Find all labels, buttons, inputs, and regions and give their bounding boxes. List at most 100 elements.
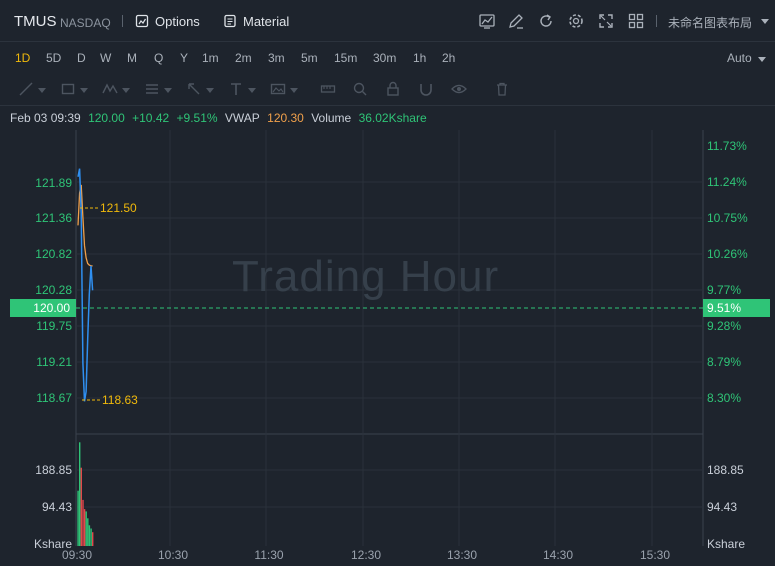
volume-unit: Kshare [707, 537, 746, 551]
low-label: 118.63 [102, 393, 138, 407]
interval-2m[interactable]: 2m [235, 51, 252, 65]
drawing-toolbar [0, 74, 775, 106]
options-button[interactable]: Options [135, 12, 200, 30]
price-tick: 120.28 [35, 283, 72, 297]
interval-15m[interactable]: 15m [334, 51, 357, 65]
interval-1h[interactable]: 1h [413, 51, 426, 65]
arrow-tool-icon[interactable] [186, 81, 202, 97]
price-tick: 118.67 [36, 391, 72, 405]
price-line [77, 168, 94, 402]
interval-2h[interactable]: 2h [442, 51, 455, 65]
pct-tick: 11.24% [707, 175, 747, 189]
current-pct-tag: 9.51% [703, 299, 770, 317]
fullscreen-icon[interactable] [597, 12, 615, 30]
pattern-tool-icon[interactable] [102, 81, 118, 97]
interval-30m[interactable]: 30m [373, 51, 396, 65]
vwap-label: VWAP [224, 111, 260, 125]
volume-bar [90, 528, 92, 546]
rectangle-tool-icon[interactable] [60, 81, 76, 97]
volume-bar [77, 490, 79, 546]
trash-icon[interactable] [494, 81, 510, 97]
image-tool-icon[interactable] [270, 81, 286, 97]
fib-tool-icon[interactable] [144, 81, 160, 97]
quote-change-pct: +9.51% [176, 111, 218, 125]
volume-bar [88, 525, 91, 546]
pct-tick: 9.77% [707, 283, 742, 297]
interval-m[interactable]: M [127, 51, 137, 65]
quote-price: 120.00 [88, 111, 125, 125]
lock-icon[interactable] [385, 81, 401, 97]
price-tick: 119.75 [36, 319, 72, 333]
interval-5m[interactable]: 5m [301, 51, 318, 65]
volume-tick: 188.85 [35, 463, 72, 477]
ruler-icon[interactable] [320, 81, 336, 97]
layout-name-dropdown[interactable]: 未命名图表布局 [668, 14, 752, 31]
trendline-tool-icon[interactable] [18, 81, 34, 97]
symbol-label[interactable]: TMUS [14, 13, 57, 30]
line-chart-icon[interactable] [478, 12, 496, 30]
time-tick: 12:30 [350, 548, 382, 562]
edit-icon[interactable] [507, 12, 525, 30]
chevron-down-icon[interactable] [761, 19, 769, 24]
material-button[interactable]: Material [223, 12, 289, 30]
settings-icon[interactable] [567, 12, 585, 30]
volume-bar [87, 518, 89, 546]
pct-tick: 8.30% [707, 391, 742, 405]
zoom-icon[interactable] [352, 81, 368, 97]
pct-tick: 9.28% [707, 319, 742, 333]
scale-mode-dropdown[interactable]: Auto [727, 51, 752, 65]
volume-bar [80, 467, 82, 546]
chevron-down-icon[interactable] [80, 88, 88, 93]
exchange-label: NASDAQ [60, 16, 111, 30]
interval-w[interactable]: W [100, 51, 111, 65]
volume-bar [92, 532, 94, 546]
chevron-down-icon[interactable] [248, 88, 256, 93]
volume-tick: 188.85 [707, 463, 744, 477]
interval-q[interactable]: Q [154, 51, 163, 65]
magnet-icon[interactable] [418, 81, 434, 97]
volume-value: 36.02Kshare [358, 111, 427, 125]
interval-3m[interactable]: 3m [268, 51, 285, 65]
interval-1m[interactable]: 1m [202, 51, 219, 65]
chevron-down-icon[interactable] [38, 88, 46, 93]
interval-bar: 1D 5D D W M Q Y 1m 2m 3m 5m 15m 30m 1h 2… [0, 42, 775, 74]
chevron-down-icon[interactable] [122, 88, 130, 93]
separator [122, 15, 123, 27]
quote-change: +10.42 [132, 111, 170, 125]
interval-y[interactable]: Y [180, 51, 188, 65]
time-tick: 11:30 [254, 548, 284, 562]
chevron-down-icon[interactable] [164, 88, 172, 93]
chevron-down-icon[interactable] [206, 88, 214, 93]
time-tick: 13:30 [446, 548, 478, 562]
price-tick: 121.36 [35, 211, 72, 225]
chevron-down-icon[interactable] [290, 88, 298, 93]
volume-bar [82, 499, 84, 546]
top-bar: TMUS NASDAQ Options Material 未命名图表布局 [0, 0, 775, 42]
quote-datetime: Feb 03 09:39 [10, 111, 81, 125]
interval-1d[interactable]: 1D [15, 51, 30, 65]
grid-layout-icon[interactable] [627, 12, 645, 30]
volume-bar [83, 509, 86, 546]
vwap-value: 120.30 [267, 111, 304, 125]
text-tool-icon[interactable] [228, 81, 244, 97]
document-icon [224, 14, 236, 28]
interval-d[interactable]: D [77, 51, 86, 65]
pct-tick: 8.79% [707, 355, 742, 369]
pct-tick: 11.73% [707, 139, 747, 153]
interval-5d[interactable]: 5D [46, 51, 61, 65]
refresh-icon[interactable] [537, 12, 555, 30]
time-tick: 10:30 [157, 548, 189, 562]
visibility-icon[interactable] [451, 81, 467, 97]
time-tick: 15:30 [639, 548, 671, 562]
options-icon [135, 14, 149, 28]
material-label: Material [243, 13, 290, 29]
volume-tick: 94.43 [41, 500, 72, 514]
volume-bar [79, 442, 81, 546]
pct-tick: 10.75% [707, 211, 748, 225]
quote-info-line: Feb 03 09:39 120.00 +10.42 +9.51% VWAP 1… [10, 111, 431, 125]
time-tick: 14:30 [542, 548, 574, 562]
pct-tick: 10.26% [707, 247, 748, 261]
chevron-down-icon[interactable] [758, 57, 766, 62]
separator [656, 15, 657, 27]
options-label: Options [155, 13, 200, 29]
